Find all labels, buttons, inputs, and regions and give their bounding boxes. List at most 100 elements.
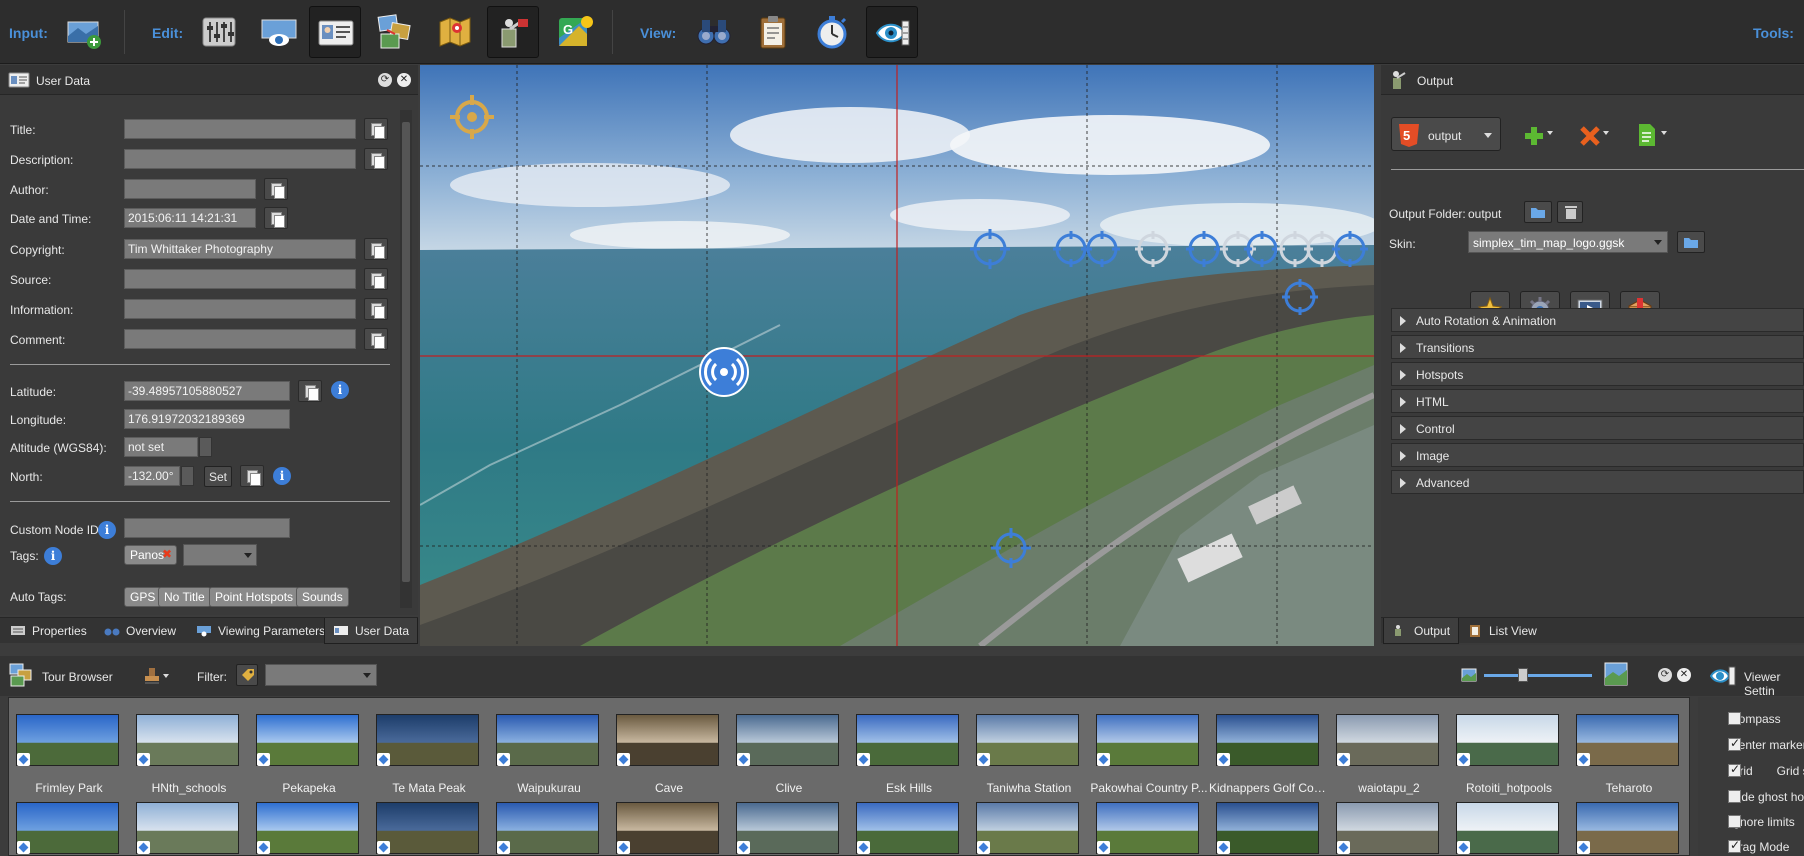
copy-button[interactable] [364,148,388,170]
add-input-button[interactable] [58,6,110,58]
tour-node-thumbnail[interactable]: Taniwha Station [969,714,1089,800]
projection-settings-button[interactable] [193,6,245,58]
tab-overview[interactable]: Overview [96,618,184,644]
tour-node-thumbnail[interactable]: Rotoiti_hotpools [1449,714,1569,800]
tab-user-data[interactable]: User Data [324,618,419,644]
copy-button[interactable] [364,118,388,140]
altitude-spinner[interactable] [199,437,212,457]
tour-node-thumbnail[interactable] [129,802,249,855]
copy-button[interactable] [364,328,388,350]
longitude-input[interactable]: 176.91972032189369 [124,409,290,429]
tour-node-thumbnail[interactable]: Kidnappers Golf Cou... [1209,714,1329,800]
tour-node-thumbnail[interactable] [609,802,729,855]
tour-node-thumbnail[interactable] [1209,802,1329,855]
slider-handle[interactable] [1518,668,1528,682]
output-button[interactable] [487,6,539,58]
tour-node-thumbnail[interactable]: waiotapu_2 [1329,714,1449,800]
tour-node-thumbnail[interactable]: Waipukurau [489,714,609,800]
source-input[interactable] [124,269,356,289]
copy-button[interactable] [264,178,288,200]
tab-properties[interactable]: Properties [2,618,95,644]
compass-toggle[interactable]: Compass [1714,712,1781,726]
stamp-button[interactable] [144,665,170,687]
section-control[interactable]: Control [1391,416,1804,440]
grid-toggle[interactable]: GridGrid st [1714,762,1804,778]
tour-node-thumbnail[interactable]: Cave [609,714,729,800]
ignore-limits-toggle[interactable]: Ignore limits [1714,815,1795,829]
close-icon[interactable]: ✕ [1677,668,1691,682]
tour-node-thumbnail[interactable] [1449,802,1569,855]
hide-ghost-toggle[interactable]: Hide ghost hots [1714,790,1804,804]
open-folder-button[interactable] [1524,201,1552,223]
tour-node-thumbnail[interactable]: Clive [729,714,849,800]
drag-mode-checkbox[interactable] [1728,838,1741,853]
information-input[interactable] [124,299,356,319]
open-skin-button[interactable] [1677,231,1705,253]
remove-tag-icon[interactable]: ✖ [162,547,172,561]
tag-chip-panos[interactable]: Panos ✖ [124,545,177,565]
section-image[interactable]: Image [1391,443,1804,467]
drag-mode-toggle[interactable]: Drag Mode [1714,838,1789,854]
remove-output-button[interactable] [1577,121,1613,149]
thumbnail-size-slider[interactable] [1484,674,1592,677]
copy-button[interactable] [364,238,388,260]
tour-node-thumbnail[interactable] [729,802,849,855]
timer-button[interactable] [806,6,858,58]
copy-button[interactable] [240,465,264,487]
output-document-button[interactable] [1635,121,1671,149]
compass-checkbox[interactable] [1728,712,1741,725]
sound-hotspot-icon[interactable] [698,346,750,398]
copy-button[interactable] [364,298,388,320]
copy-button[interactable] [364,268,388,290]
viewer-button[interactable] [866,6,918,58]
north-input[interactable]: -132.00° [124,466,180,486]
tour-node-thumbnail[interactable] [489,802,609,855]
tour-node-thumbnail[interactable]: Pakowhai Country P... [1089,714,1209,800]
north-spinner[interactable] [181,466,194,486]
tab-list-view[interactable]: List View [1459,618,1545,644]
tour-node-thumbnail[interactable] [9,802,129,855]
float-panel-icon[interactable]: ⟳ [1658,668,1672,682]
copyright-input[interactable]: Tim Whittaker Photography [124,239,356,259]
preview-button[interactable] [688,6,740,58]
section-hotspots[interactable]: Hotspots [1391,362,1804,386]
output-format-select[interactable]: 5 output [1391,117,1501,151]
tour-node-thumbnail[interactable]: Frimley Park [9,714,129,800]
add-output-button[interactable] [1521,121,1557,149]
tour-node-thumbnail[interactable]: Pekapeka [249,714,369,800]
description-input[interactable] [124,149,356,169]
scrollbar[interactable] [400,110,412,608]
viewing-parameters-button[interactable] [253,6,305,58]
hide-ghost-checkbox[interactable] [1728,790,1741,803]
section-advanced[interactable]: Advanced [1391,470,1804,494]
custom-node-input[interactable] [124,518,290,538]
grid-checkbox[interactable] [1728,762,1741,777]
center-marker-toggle[interactable]: Center marker [1714,736,1804,752]
tour-node-thumbnail[interactable] [1329,802,1449,855]
copy-button[interactable] [264,207,288,229]
map-button[interactable] [429,6,481,58]
tour-node-thumbnail[interactable]: HNth_schools [129,714,249,800]
filter-select[interactable] [265,664,377,686]
tab-output[interactable]: Output [1383,618,1460,644]
float-panel-icon[interactable]: ⟳ [378,73,392,87]
tag-select[interactable] [183,544,257,566]
tour-node-thumbnail[interactable] [849,802,969,855]
tour-node-thumbnail[interactable] [369,802,489,855]
clear-folder-button[interactable] [1557,201,1583,223]
tab-viewing-parameters[interactable]: Viewing Parameters [188,618,333,644]
ignore-limits-checkbox[interactable] [1728,815,1741,828]
panorama-viewer[interactable] [420,65,1374,646]
altitude-input[interactable]: not set [124,437,198,457]
close-icon[interactable]: ✕ [397,73,411,87]
set-north-button[interactable]: Set [204,466,232,487]
clipboard-button[interactable] [747,6,799,58]
latitude-input[interactable]: -39.48957105880527 [124,381,290,401]
copy-button[interactable] [298,380,322,402]
tour-node-thumbnail[interactable] [1089,802,1209,855]
section-html[interactable]: HTML [1391,389,1804,413]
section-transitions[interactable]: Transitions [1391,335,1804,359]
skin-select[interactable]: simplex_tim_map_logo.ggsk [1468,231,1668,253]
scrollbar-thumb[interactable] [402,122,410,582]
target-marker-icon[interactable] [448,93,496,141]
